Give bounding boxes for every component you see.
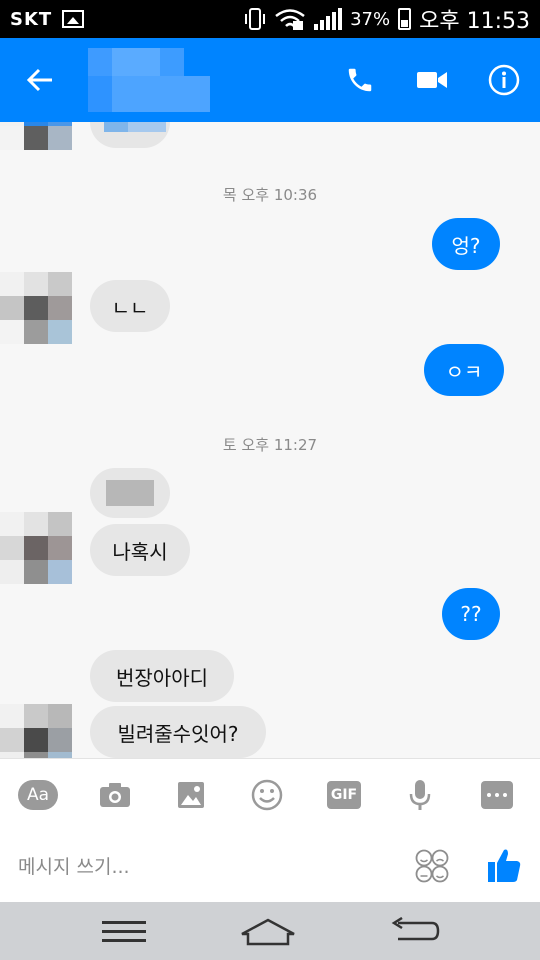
like-button[interactable] [486,846,522,884]
more-icon [481,781,513,809]
gif-icon: GIF [327,781,361,809]
system-navigation-bar [0,902,540,960]
conversation-header [0,38,540,122]
outgoing-message[interactable]: ㅇㅋ [424,344,504,396]
incoming-message[interactable]: 빌려줄수잇어? [90,706,266,758]
battery-icon [398,8,412,30]
contact-avatar[interactable] [0,704,72,758]
battery-percent: 37% [350,8,391,30]
outgoing-message[interactable]: ?? [442,588,500,640]
aa-label: Aa [26,785,50,805]
timestamp: 목 오후 10:36 [222,186,318,204]
text-format-icon: Aa [18,780,58,810]
back-icon [391,917,440,941]
more-button[interactable] [477,777,517,813]
video-camera-icon [417,72,447,88]
contact-avatar[interactable] [0,122,72,174]
menu-icon [102,921,146,942]
image-icon [178,782,204,808]
messenger-screen: SKT 37% 오후 11:53 목 오후 10:36 엉? ㄴㄴ ㅇㅋ 토 오… [0,0,540,960]
status-clock: 오후 11:53 [419,9,530,34]
vibrate-icon [245,8,266,30]
composer-toolbar: Aa GIF [0,758,540,830]
message-list[interactable]: 목 오후 10:36 엉? ㄴㄴ ㅇㅋ 토 오후 11:27 나혹시 ?? 번장… [0,122,540,758]
voice-button[interactable] [400,777,440,813]
gallery-notification-icon [62,10,85,28]
back-button[interactable] [20,60,60,100]
home-button[interactable] [238,912,298,952]
gallery-button[interactable] [171,777,211,813]
smiley-icon [251,779,283,811]
info-icon [488,64,520,96]
call-button[interactable] [340,60,380,100]
contact-avatar[interactable] [0,512,72,584]
phone-icon [348,68,372,92]
home-icon [241,918,295,946]
incoming-message[interactable]: ㄴㄴ [90,280,170,332]
arrow-left-icon [26,68,52,92]
wifi-lock-icon [275,9,305,30]
outgoing-message[interactable]: 엉? [432,218,500,270]
message-composer: 메시지 쓰기... [0,830,540,902]
text-format-button[interactable]: Aa [18,777,58,813]
status-bar: SKT 37% 오후 11:53 [0,0,540,38]
thumbs-up-icon [488,849,521,882]
incoming-message[interactable]: 나혹시 [90,524,190,576]
gif-label: GIF [330,787,358,803]
video-call-button[interactable] [412,60,452,100]
incoming-bubble-partial[interactable] [90,122,170,148]
status-indicators: 37% 오후 11:53 [244,3,530,35]
incoming-image-blurred[interactable] [90,468,170,518]
signal-strength-icon [314,8,343,30]
system-back-button[interactable] [382,912,442,952]
microphone-icon [409,780,431,810]
message-input[interactable]: 메시지 쓰기... [18,852,130,879]
timestamp: 토 오후 11:27 [222,436,318,454]
camera-icon [100,783,130,807]
menu-button[interactable] [94,912,154,952]
gif-button[interactable]: GIF [324,777,364,813]
incoming-message[interactable]: 번장아아디 [90,650,234,702]
info-button[interactable] [484,60,524,100]
sticker-faces-icon [415,849,449,883]
contact-avatar[interactable] [0,272,72,344]
emoji-button[interactable] [247,777,287,813]
camera-button[interactable] [95,777,135,813]
carrier-label: SKT [10,8,53,30]
sticker-button[interactable] [414,848,450,884]
